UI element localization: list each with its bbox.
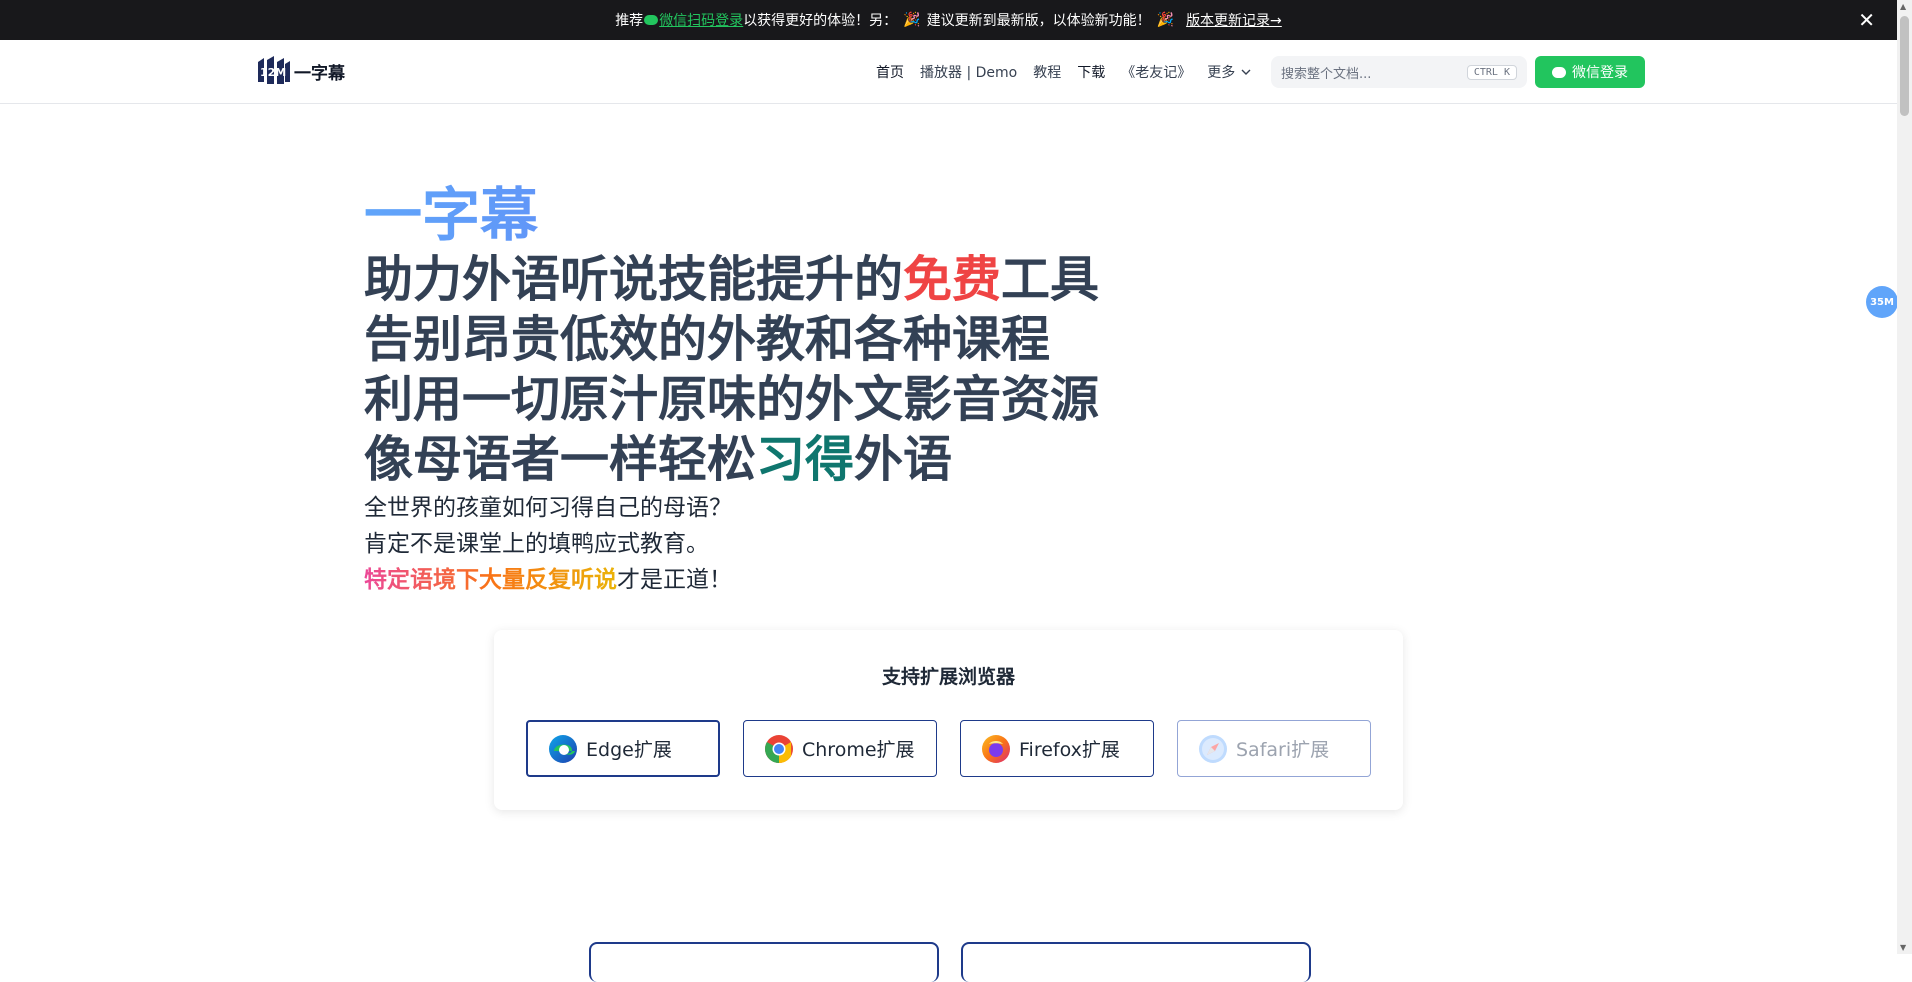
banner-login-link[interactable]: 微信扫码登录 [659, 10, 743, 30]
announcement-banner: 推荐 微信扫码登录 以获得更好的体验！另： 🎉 建议更新到最新版，以体验新功能！… [0, 0, 1897, 40]
banner-middle-text: 以获得更好的体验！另： [743, 13, 898, 29]
nav-download[interactable]: 下载 [1077, 62, 1105, 82]
headline-text: 助力外语听说技能提升的 [364, 251, 904, 308]
subtext-line-1: 全世界的孩童如何习得自己的母语？ [364, 495, 732, 521]
nav-links: 首页 播放器 | Demo 教程 下载 《老友记》 更多 [876, 40, 1269, 104]
subtext-rest: 才是正道！ [617, 567, 732, 593]
chrome-icon [765, 734, 793, 763]
firefox-icon [982, 734, 1010, 763]
hero-section: 一字幕 助力外语听说技能提升的免费工具 告别昂贵低效的外教和各种课程 利用一切原… [364, 180, 1099, 598]
headline-line-3: 利用一切原汁原味的外文影音资源 [364, 371, 1100, 428]
chevron-down-icon [1241, 69, 1251, 75]
safari-extension-button[interactable]: Safari扩展 [1177, 720, 1371, 777]
nav-home[interactable]: 首页 [876, 62, 904, 82]
browser-card-title: 支持扩展浏览器 [881, 666, 1015, 688]
firefox-extension-button[interactable]: Firefox扩展 [960, 720, 1154, 777]
firefox-extension-label: Firefox扩展 [1019, 739, 1120, 761]
site-logo[interactable]: 12M 一字幕 [254, 52, 345, 90]
edge-extension-button[interactable]: Edge扩展 [526, 720, 720, 777]
floating-badge[interactable]: 35M [1866, 286, 1898, 318]
headline-line-4: 像母语者一样轻松习得外语 [364, 430, 1099, 490]
headline-text: 工具 [1001, 251, 1100, 308]
subtext-line-3: 特定语境下大量反复听说才是正道！ [364, 562, 1099, 598]
safari-extension-label: Safari扩展 [1236, 739, 1330, 761]
logo-icon: 12M [258, 56, 290, 84]
logo-text: 一字幕 [294, 63, 345, 84]
hero-brand: 一字幕 [364, 180, 1099, 250]
headline-line-1: 助力外语听说技能提升的免费工具 [364, 250, 1099, 310]
party-popper-icon: 🎉 [903, 12, 921, 28]
scroll-down-icon[interactable]: ▼ [1900, 943, 1906, 952]
page-scrollbar[interactable]: ▲ ▼ [1897, 0, 1912, 954]
headline-text: 像母语者一样轻松 [364, 431, 757, 488]
changelog-link[interactable]: 版本更新记录→ [1186, 10, 1282, 30]
wechat-icon [644, 15, 659, 25]
browser-support-card: 支持扩展浏览器 Edge扩展 Chrome扩展 Firefox扩展 Safari… [494, 630, 1403, 810]
top-navbar: 12M 一字幕 首页 播放器 | Demo 教程 下载 《老友记》 更多 搜索整… [0, 40, 1897, 104]
scrollbar-thumb[interactable] [1900, 16, 1909, 116]
headline-line-2: 告别昂贵低效的外教和各种课程 [364, 311, 1051, 368]
banner-prefix: 推荐 [615, 13, 644, 29]
search-placeholder: 搜索整个文档... [1281, 66, 1372, 82]
safari-icon [1199, 734, 1227, 763]
feature-card [589, 942, 939, 982]
nav-friends[interactable]: 《老友记》 [1121, 62, 1191, 82]
chrome-extension-button[interactable]: Chrome扩展 [743, 720, 937, 777]
svg-text:12M: 12M [260, 66, 286, 79]
edge-icon [549, 734, 577, 763]
chrome-extension-label: Chrome扩展 [802, 739, 915, 761]
edge-extension-label: Edge扩展 [586, 739, 672, 761]
subtext-line-2: 肯定不是课堂上的填鸭应式教育。 [364, 531, 709, 557]
headline-text: 外语 [854, 431, 953, 488]
search-shortcut-badge: CTRL K [1466, 64, 1517, 80]
wechat-login-button[interactable]: 微信登录 [1535, 56, 1645, 88]
nav-tutorial[interactable]: 教程 [1033, 62, 1061, 82]
highlight-acquire: 习得 [756, 431, 855, 488]
login-button-label: 微信登录 [1572, 65, 1628, 81]
nav-more-dropdown[interactable]: 更多 [1207, 62, 1253, 82]
highlight-free: 免费 [903, 251, 1002, 308]
search-input[interactable]: 搜索整个文档... CTRL K [1271, 56, 1527, 88]
nav-more-label: 更多 [1207, 65, 1236, 81]
gradient-emphasis: 特定语境下大量反复听说 [364, 567, 617, 593]
wechat-icon [1552, 66, 1566, 78]
feature-card [961, 942, 1311, 982]
banner-update-text: 建议更新到最新版，以体验新功能！ [926, 13, 1151, 29]
scroll-up-icon[interactable]: ▲ [1900, 2, 1906, 11]
close-icon[interactable]: ✕ [1858, 8, 1875, 32]
nav-player-demo[interactable]: 播放器 | Demo [920, 62, 1017, 82]
party-popper-icon: 🎉 [1156, 12, 1175, 28]
